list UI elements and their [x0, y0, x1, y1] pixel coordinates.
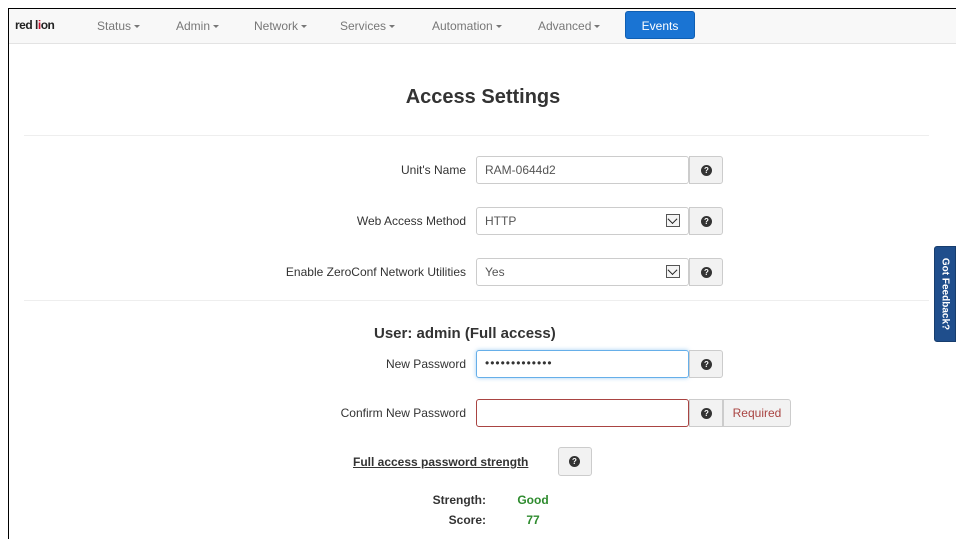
- strength-label: Strength:: [432, 493, 486, 507]
- score-label: Score:: [448, 513, 486, 527]
- caret-down-icon: [389, 25, 396, 29]
- unit-name-help-button[interactable]: ?: [689, 156, 723, 184]
- web-access-method-label: Web Access Method: [356, 214, 466, 228]
- nav-services[interactable]: Services: [340, 19, 396, 33]
- help-icon: ?: [701, 165, 712, 176]
- web-access-method-value: HTTP: [485, 214, 517, 228]
- help-icon: ?: [569, 456, 580, 467]
- nav-status-label: Status: [97, 19, 132, 33]
- help-icon: ?: [701, 408, 712, 419]
- nav-admin[interactable]: Admin: [176, 19, 220, 33]
- zeroconf-value: Yes: [485, 265, 505, 279]
- nav-advanced[interactable]: Advanced: [538, 19, 601, 33]
- web-access-method-select[interactable]: HTTP: [476, 207, 689, 235]
- nav-automation[interactable]: Automation: [432, 19, 502, 33]
- web-access-help-button[interactable]: ?: [689, 207, 723, 235]
- page-title: Access Settings: [405, 86, 561, 108]
- confirm-password-help-button[interactable]: ?: [689, 399, 723, 427]
- feedback-tab[interactable]: Got Feedback?: [934, 246, 956, 342]
- confirm-password-input[interactable]: [476, 399, 689, 427]
- brand-logo[interactable]: red lion: [15, 18, 55, 32]
- caret-down-icon: [594, 25, 601, 29]
- brand-text-end: on: [40, 18, 55, 32]
- nav-services-label: Services: [340, 19, 387, 33]
- new-password-label: New Password: [385, 357, 466, 371]
- top-navbar: red lion Status Admin Network Services A…: [9, 9, 956, 44]
- help-icon: ?: [701, 359, 712, 370]
- password-strength-help-button[interactable]: ?: [558, 447, 592, 476]
- score-value: 77: [526, 513, 540, 527]
- nav-automation-label: Automation: [432, 19, 493, 33]
- unit-name-label: Unit's Name: [401, 163, 466, 177]
- strength-value: Good: [517, 493, 549, 507]
- nav-admin-label: Admin: [176, 19, 211, 33]
- password-strength-link[interactable]: Full access password strength: [353, 455, 528, 469]
- caret-down-icon: [134, 25, 141, 29]
- divider: [24, 135, 929, 136]
- divider: [24, 300, 929, 301]
- zeroconf-select[interactable]: Yes: [476, 258, 689, 286]
- chevron-down-icon: [666, 265, 680, 278]
- unit-name-input[interactable]: RAM-0644d2: [476, 156, 689, 184]
- brand-text: red l: [15, 18, 38, 32]
- confirm-password-label: Confirm New Password: [340, 406, 466, 420]
- help-icon: ?: [701, 267, 712, 278]
- nav-network-label: Network: [254, 19, 299, 33]
- new-password-input[interactable]: •••••••••••••: [476, 350, 689, 378]
- feedback-tab-label: Got Feedback?: [939, 257, 951, 331]
- zeroconf-label: Enable ZeroConf Network Utilities: [285, 265, 466, 279]
- events-button[interactable]: Events: [625, 11, 695, 39]
- nav-advanced-label: Advanced: [538, 19, 592, 33]
- user-heading: User: admin (Full access): [374, 325, 556, 342]
- nav-status[interactable]: Status: [97, 19, 141, 33]
- caret-down-icon: [301, 25, 308, 29]
- app-frame: red lion Status Admin Network Services A…: [8, 8, 956, 539]
- help-icon: ?: [701, 216, 712, 227]
- caret-down-icon: [213, 25, 220, 29]
- chevron-down-icon: [666, 214, 680, 227]
- required-badge: Required: [723, 399, 791, 427]
- zeroconf-help-button[interactable]: ?: [689, 258, 723, 286]
- caret-down-icon: [495, 25, 502, 29]
- new-password-help-button[interactable]: ?: [689, 350, 723, 378]
- nav-network[interactable]: Network: [254, 19, 308, 33]
